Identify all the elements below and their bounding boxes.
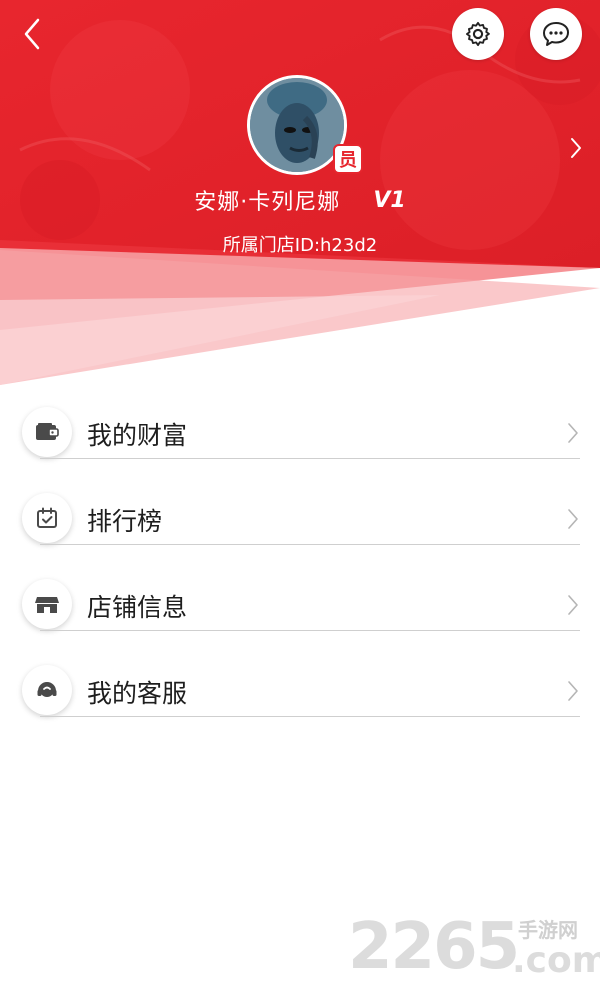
headset-icon [37,682,57,697]
menu-item-label: 我的财富 [87,421,188,450]
watermark-logo: 2265 手游网 .com [340,910,600,990]
chat-bubble-icon [543,22,569,46]
profile-header: 员 安娜·卡列尼娜 V1 所属门店ID:h23d2 [0,0,600,390]
menu-item-label: 我的客服 [87,679,188,708]
chevron-right-icon [563,678,583,704]
wallet-icon [36,423,59,440]
divider [40,544,580,545]
member-badge: 员 [333,144,363,174]
back-arrow-icon [24,18,40,50]
menu-icon-wrapper [22,665,72,715]
menu-item-label: 店铺信息 [87,593,188,622]
divider [40,630,580,631]
profile-detail-button[interactable] [562,130,590,166]
gear-icon [465,21,490,47]
user-name-row: 安娜·卡列尼娜 V1 [0,184,600,216]
user-name: 安娜·卡列尼娜 [194,190,341,215]
menu-item-leaderboard[interactable]: 排行榜 [0,476,600,562]
menu-icon-wrapper [22,579,72,629]
avatar-image [250,78,344,172]
chevron-right-icon [571,138,581,158]
avatar[interactable] [247,75,347,175]
chevron-right-icon [563,506,583,532]
avatar-container[interactable]: 员 [247,75,363,175]
store-icon [35,597,59,613]
watermark-number: 2265 [348,910,520,984]
store-id: 所属门店ID:h23d2 [222,235,378,256]
menu-list: 我的财富 排行榜 店铺信息 我的客服 [0,390,600,734]
watermark-tld: .com [512,940,600,981]
menu-icon-wrapper [22,493,72,543]
divider [40,716,580,717]
menu-item-label: 排行榜 [87,507,163,536]
chevron-right-icon [563,592,583,618]
menu-item-wealth[interactable]: 我的财富 [0,390,600,476]
menu-icon-wrapper [22,407,72,457]
chevron-right-icon [563,420,583,446]
calendar-check-icon [37,507,57,528]
menu-item-store-info[interactable]: 店铺信息 [0,562,600,648]
settings-button[interactable] [452,8,504,60]
watermark-site: 手游网 [518,918,578,942]
vip-level-badge: V1 [373,187,406,213]
menu-item-customer-service[interactable]: 我的客服 [0,648,600,734]
back-button[interactable] [12,14,52,54]
divider [40,458,580,459]
messages-button[interactable] [530,8,582,60]
